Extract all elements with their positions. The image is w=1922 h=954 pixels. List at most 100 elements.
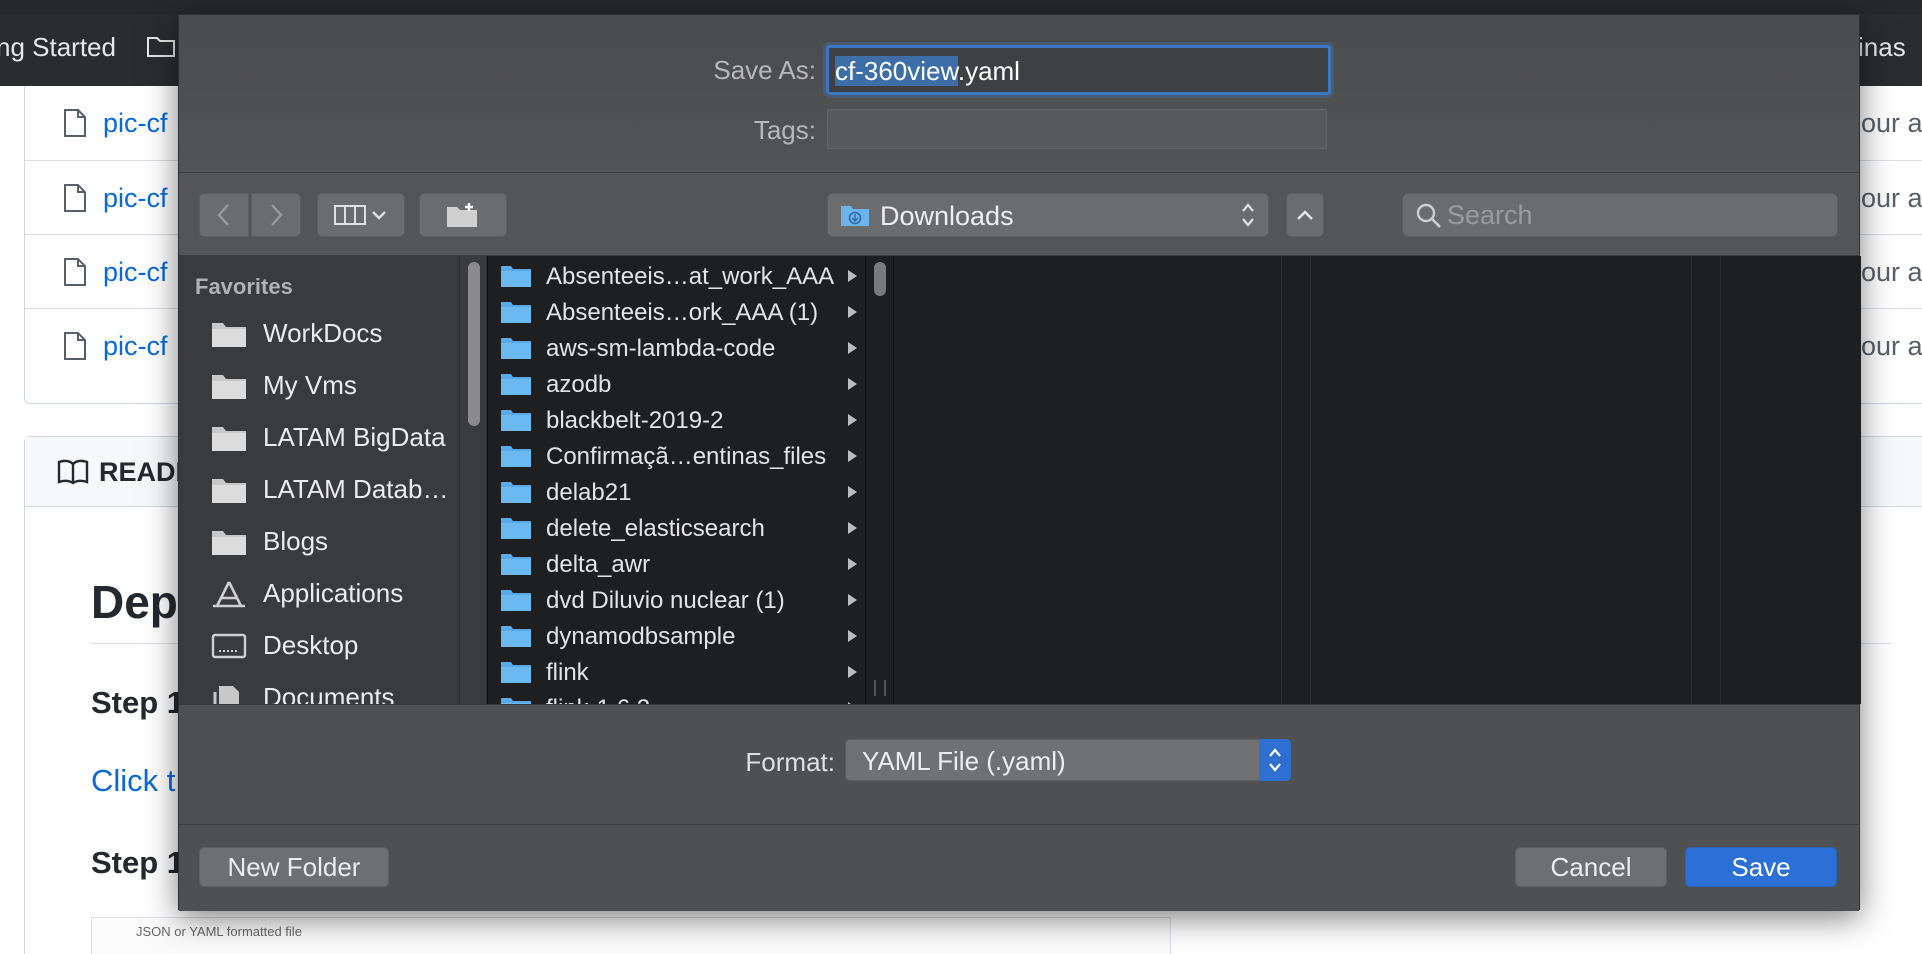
bookmark-getting-started[interactable]: ng Started bbox=[0, 32, 116, 63]
save-dialog: Save As: cf-360view.yaml Tags: Downloads… bbox=[178, 14, 1861, 911]
sidebar-item-latam-bigdata[interactable]: LATAM BigData bbox=[179, 414, 459, 458]
save-as-extension: .yaml bbox=[957, 56, 1020, 86]
column-scrollbar[interactable] bbox=[865, 256, 893, 704]
forward-button[interactable] bbox=[251, 193, 301, 237]
folder-icon bbox=[501, 662, 531, 683]
folder-icon bbox=[212, 427, 246, 451]
save-as-field[interactable]: cf-360view.yaml bbox=[826, 45, 1331, 95]
format-section: Format: YAML File (.yaml) bbox=[179, 704, 1859, 824]
disclosure-arrow-icon bbox=[848, 486, 857, 498]
folder-name: flink-1.6.2 bbox=[546, 695, 650, 704]
file-browser: Favorites WorkDocs My Vms LATAM BigData … bbox=[179, 256, 1861, 704]
folder-name: dvd Diluvio nuclear (1) bbox=[546, 587, 785, 614]
format-stepper bbox=[1259, 739, 1291, 781]
readme-link[interactable]: Click t bbox=[91, 763, 175, 799]
documents-icon bbox=[213, 686, 239, 704]
folder-name: blackbelt-2019-2 bbox=[546, 407, 724, 434]
sidebar-item-documents[interactable]: Documents bbox=[179, 674, 459, 704]
updown-chevron-icon bbox=[1242, 203, 1254, 227]
new-folder-icon bbox=[447, 203, 477, 227]
list-item[interactable]: azodb bbox=[488, 366, 865, 402]
disclosure-arrow-icon bbox=[848, 594, 857, 606]
expand-collapse-button[interactable] bbox=[1286, 193, 1324, 237]
file-icon bbox=[64, 184, 86, 212]
sidebar-item-label: WorkDocs bbox=[263, 318, 383, 348]
format-select[interactable]: YAML File (.yaml) bbox=[845, 739, 1291, 781]
sidebar-scrollbar[interactable] bbox=[459, 256, 487, 704]
column-resize-handle[interactable] bbox=[874, 680, 886, 696]
tags-field[interactable] bbox=[827, 109, 1327, 149]
folder-icon bbox=[501, 518, 531, 539]
disclosure-arrow-icon bbox=[848, 630, 857, 642]
folder-icon bbox=[501, 698, 531, 704]
folder-icon bbox=[501, 590, 531, 611]
location-popup[interactable]: Downloads bbox=[827, 193, 1269, 237]
file-name-link[interactable]: pic-cf bbox=[103, 331, 168, 362]
list-item[interactable]: flink-1.6.2 bbox=[488, 690, 865, 704]
disclosure-arrow-icon bbox=[848, 450, 857, 462]
bookmark-folder-icon[interactable] bbox=[146, 34, 176, 58]
list-item[interactable]: Confirmaçã…entinas_files bbox=[488, 438, 865, 474]
list-item[interactable]: dvd Diluvio nuclear (1) bbox=[488, 582, 865, 618]
sidebar-item-label: My Vms bbox=[263, 370, 357, 400]
folder-icon bbox=[501, 338, 531, 359]
save-button[interactable]: Save bbox=[1685, 847, 1837, 887]
folder-name: delta_awr bbox=[546, 551, 651, 578]
column-divider[interactable] bbox=[1691, 256, 1721, 704]
disclosure-arrow-icon bbox=[848, 342, 857, 354]
folder-name: Absenteeis…at_work_AAA bbox=[546, 263, 835, 290]
readme-image: JSON or YAML formatted file bbox=[91, 917, 1171, 954]
applications-icon bbox=[213, 581, 245, 608]
list-item[interactable]: dynamodbsample bbox=[488, 618, 865, 654]
file-name-link[interactable]: pic-cf bbox=[103, 183, 168, 214]
search-field[interactable]: Search bbox=[1402, 193, 1838, 237]
disclosure-arrow-icon bbox=[848, 306, 857, 318]
sidebar-item-applications[interactable]: Applications bbox=[179, 570, 459, 614]
folder-icon bbox=[501, 482, 531, 503]
sidebar-item-blogs[interactable]: Blogs bbox=[179, 518, 459, 562]
dialog-name-section: Save As: cf-360view.yaml Tags: bbox=[179, 15, 1859, 172]
disclosure-arrow-icon bbox=[848, 522, 857, 534]
folder-icon bbox=[212, 375, 246, 399]
new-folder-button[interactable]: New Folder bbox=[199, 847, 389, 887]
list-item[interactable]: aws-sm-lambda-code bbox=[488, 330, 865, 366]
sidebar-item-my-vms[interactable]: My Vms bbox=[179, 362, 459, 406]
column-scroll-thumb[interactable] bbox=[874, 262, 886, 296]
file-name-link[interactable]: pic-cf bbox=[103, 108, 168, 139]
folder-icon bbox=[501, 446, 531, 467]
bookmark-right-item[interactable]: inas bbox=[1858, 32, 1906, 63]
sidebar-item-label: Documents bbox=[263, 682, 395, 704]
back-button[interactable] bbox=[199, 193, 249, 237]
folder-icon bbox=[501, 302, 531, 323]
view-mode-button[interactable] bbox=[317, 193, 405, 237]
column-divider[interactable] bbox=[1281, 256, 1311, 704]
disclosure-arrow-icon bbox=[848, 414, 857, 426]
list-item[interactable]: delete_elasticsearch bbox=[488, 510, 865, 546]
list-item[interactable]: flink bbox=[488, 654, 865, 690]
list-item[interactable]: blackbelt-2019-2 bbox=[488, 402, 865, 438]
folder-name: aws-sm-lambda-code bbox=[546, 335, 776, 362]
book-icon bbox=[57, 459, 89, 485]
folder-icon bbox=[501, 266, 531, 287]
sidebar-item-latam-database[interactable]: LATAM Database bbox=[179, 466, 459, 510]
file-name-link[interactable]: pic-cf bbox=[103, 257, 168, 288]
disclosure-arrow-icon bbox=[848, 558, 857, 570]
sidebar-item-label: Applications bbox=[263, 578, 404, 608]
browser-column-4 bbox=[1721, 256, 1861, 704]
list-item[interactable]: delta_awr bbox=[488, 546, 865, 582]
cancel-button[interactable]: Cancel bbox=[1515, 847, 1667, 887]
list-item[interactable]: delab21 bbox=[488, 474, 865, 510]
sidebar-scroll-thumb[interactable] bbox=[468, 262, 480, 426]
list-item[interactable]: Absenteeis…ork_AAA (1) bbox=[488, 294, 865, 330]
file-age: our ag bbox=[1861, 331, 1922, 361]
desktop-icon bbox=[211, 633, 247, 659]
browser-column-3 bbox=[1311, 256, 1691, 704]
sidebar-item-desktop[interactable]: Desktop bbox=[179, 622, 459, 666]
list-item[interactable]: Absenteeis…at_work_AAA bbox=[488, 258, 865, 294]
disclosure-arrow-icon bbox=[848, 378, 857, 390]
folder-name: flink bbox=[546, 659, 589, 686]
readme-step-2: Step 1 bbox=[91, 845, 185, 880]
sidebar-item-workdocs[interactable]: WorkDocs bbox=[179, 310, 459, 354]
new-folder-toolbar-button[interactable] bbox=[419, 193, 507, 237]
tags-label: Tags: bbox=[753, 115, 816, 145]
